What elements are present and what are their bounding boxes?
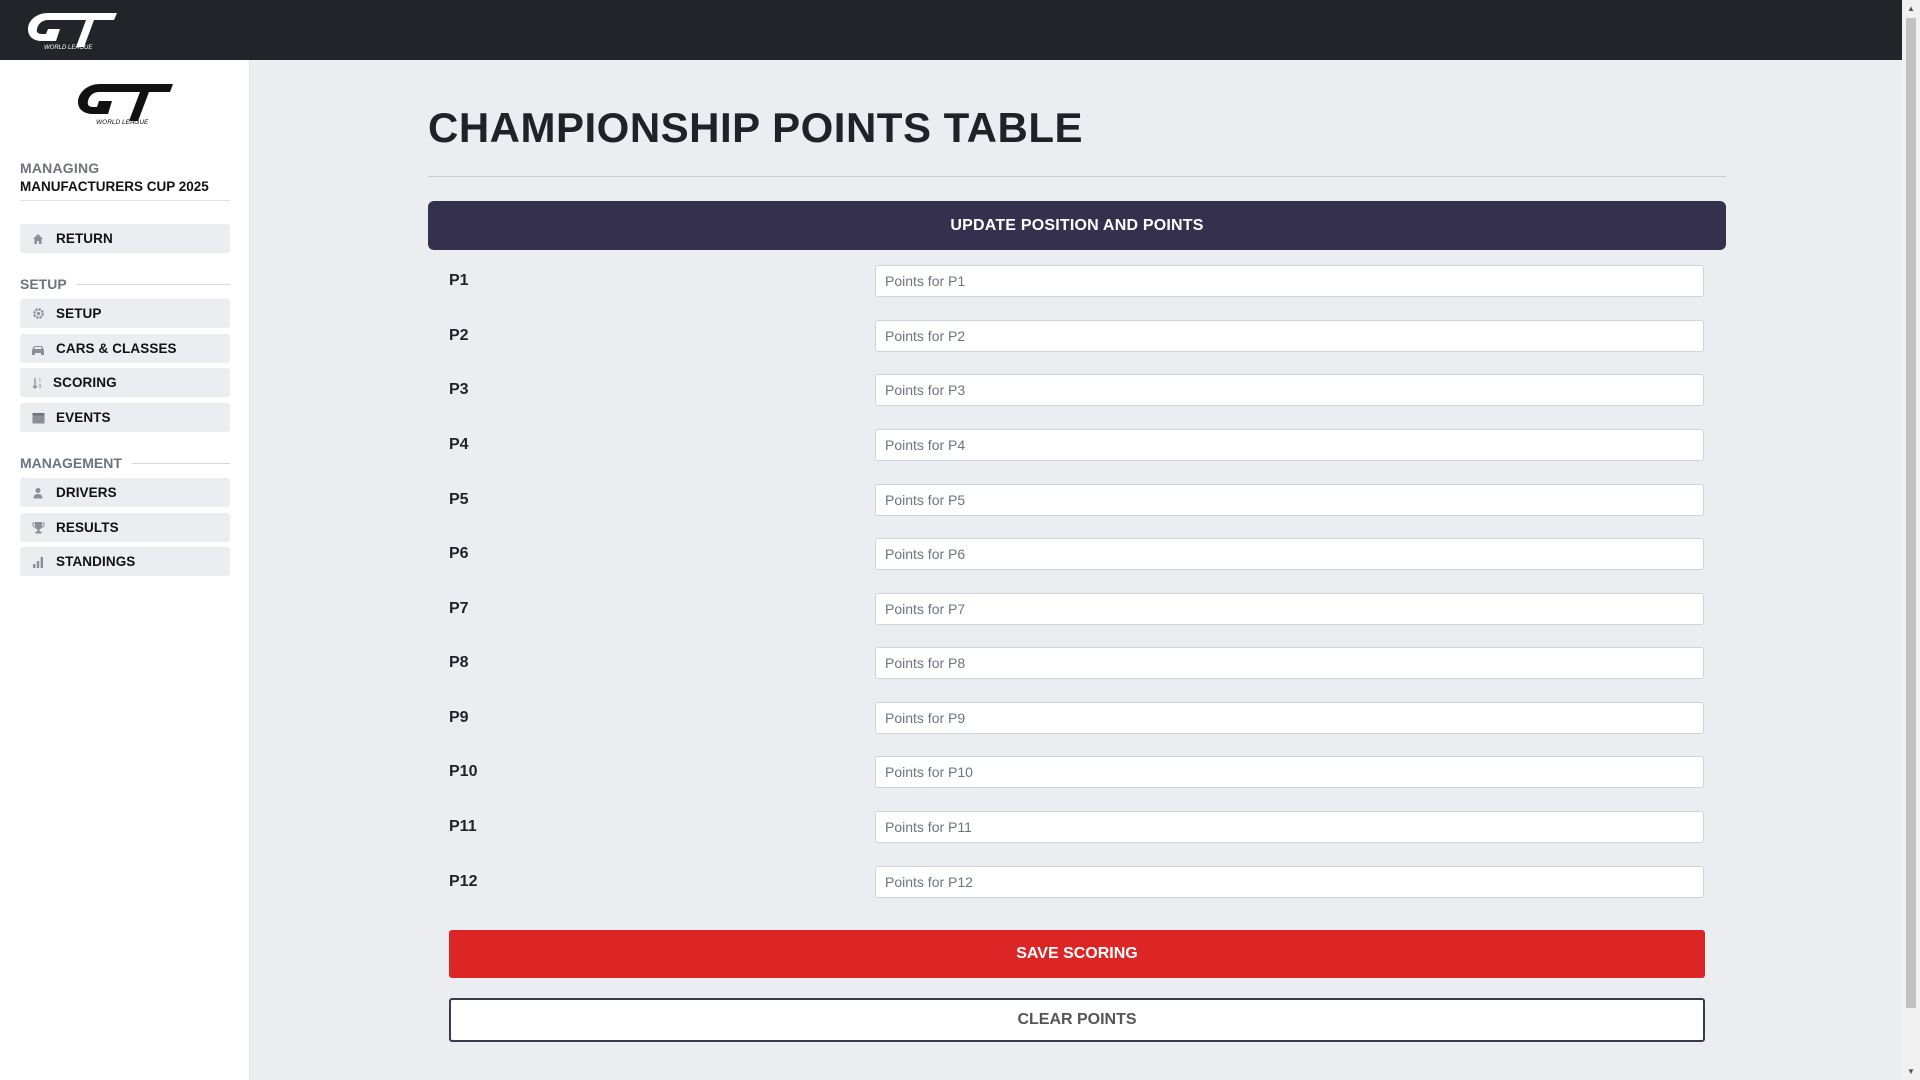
position-label: P2 — [449, 327, 469, 344]
position-label: P6 — [449, 545, 469, 562]
divider — [131, 462, 230, 464]
points-input-p6[interactable] — [875, 538, 1704, 570]
sidebar: WORLD LEAGUE MANAGING MANUFACTURERS CUP … — [0, 60, 250, 1080]
sidebar-item-label: CARS & CLASSES — [56, 341, 177, 356]
points-row-p9: P9 — [449, 702, 1704, 735]
position-label: P11 — [449, 818, 477, 835]
points-row-p11: P11 — [449, 811, 1704, 844]
sidebar-item-label: DRIVERS — [56, 485, 117, 500]
divider — [76, 283, 230, 285]
points-row-p6: P6 — [449, 538, 1704, 571]
top-navbar: WORLD LEAGUE — [0, 0, 1902, 60]
section-title: MANAGEMENT — [20, 455, 122, 471]
gear-icon — [30, 306, 46, 322]
vertical-scrollbar[interactable]: ▲ ▼ — [1902, 0, 1920, 1080]
managing-championship-name: MANUFACTURERS CUP 2025 — [20, 179, 230, 201]
sidebar-item-drivers[interactable]: DRIVERS — [20, 478, 230, 507]
scroll-up-arrow-icon[interactable]: ▲ — [1902, 0, 1920, 17]
user-icon — [30, 485, 46, 501]
points-row-p10: P10 — [449, 756, 1704, 789]
section-title: SETUP — [20, 276, 67, 292]
managing-label: MANAGING — [20, 160, 100, 176]
gt-world-league-logo[interactable]: WORLD LEAGUE — [26, 9, 118, 51]
position-label: P12 — [449, 873, 478, 890]
sidebar-item-setup[interactable]: SETUP — [20, 299, 230, 328]
points-row-p5: P5 — [449, 484, 1704, 517]
points-row-p7: P7 — [449, 593, 1704, 626]
position-label: P4 — [449, 436, 469, 453]
points-input-p5[interactable] — [875, 484, 1704, 516]
sidebar-item-label: SCORING — [53, 375, 117, 390]
points-input-p4[interactable] — [875, 429, 1704, 461]
points-input-p11[interactable] — [875, 811, 1704, 843]
sidebar-item-label: SETUP — [56, 306, 102, 321]
bar-chart-icon — [30, 554, 46, 570]
points-row-p8: P8 — [449, 647, 1704, 680]
sidebar-item-return[interactable]: RETURN — [20, 224, 230, 253]
position-label: P10 — [449, 763, 478, 780]
title-divider — [428, 176, 1726, 177]
position-label: P1 — [449, 272, 469, 289]
clear-points-button[interactable]: CLEAR POINTS — [449, 998, 1705, 1042]
position-label: P8 — [449, 654, 469, 671]
points-input-p12[interactable] — [875, 866, 1704, 898]
managing-block: MANAGING MANUFACTURERS CUP 2025 — [20, 160, 230, 201]
position-label: P3 — [449, 381, 469, 398]
points-row-p3: P3 — [449, 374, 1704, 407]
points-input-p3[interactable] — [875, 374, 1704, 406]
save-scoring-button[interactable]: SAVE SCORING — [449, 930, 1705, 978]
sidebar-item-label: RESULTS — [56, 520, 119, 535]
car-icon — [30, 341, 46, 357]
points-row-p12: P12 — [449, 866, 1704, 899]
points-input-p8[interactable] — [875, 647, 1704, 679]
svg-text:WORLD LEAGUE: WORLD LEAGUE — [96, 119, 149, 126]
sort-icon: 19 — [30, 375, 46, 391]
points-row-p2: P2 — [449, 320, 1704, 353]
sidebar-item-label: EVENTS — [56, 410, 111, 425]
section-header-management: MANAGEMENT — [20, 455, 230, 471]
sidebar-item-results[interactable]: RESULTS — [20, 513, 230, 542]
scrollbar-thumb[interactable] — [1906, 18, 1916, 1008]
svg-text:WORLD LEAGUE: WORLD LEAGUE — [44, 45, 93, 51]
calendar-icon — [30, 410, 46, 426]
scroll-down-arrow-icon[interactable]: ▼ — [1902, 1063, 1920, 1080]
card-header-title: UPDATE POSITION AND POINTS — [950, 216, 1204, 234]
points-input-p9[interactable] — [875, 702, 1704, 734]
position-label: P7 — [449, 600, 469, 617]
sidebar-item-standings[interactable]: STANDINGS — [20, 547, 230, 576]
points-input-p10[interactable] — [875, 756, 1704, 788]
home-icon — [30, 231, 46, 247]
points-row-p4: P4 — [449, 429, 1704, 462]
section-header-setup: SETUP — [20, 276, 230, 292]
sidebar-item-scoring[interactable]: 19 SCORING — [20, 368, 230, 397]
points-input-p1[interactable] — [875, 265, 1704, 297]
page-title: CHAMPIONSHIP POINTS TABLE — [428, 104, 1083, 151]
points-row-p1: P1 — [449, 265, 1704, 298]
sidebar-item-events[interactable]: EVENTS — [20, 403, 230, 432]
trophy-icon — [30, 520, 46, 536]
points-input-p7[interactable] — [875, 593, 1704, 625]
sidebar-item-label: RETURN — [56, 231, 113, 246]
svg-text:9: 9 — [39, 384, 42, 389]
points-input-p2[interactable] — [875, 320, 1704, 352]
gt-world-league-logo[interactable]: WORLD LEAGUE — [76, 80, 174, 126]
position-label: P5 — [449, 491, 469, 508]
points-card-header: UPDATE POSITION AND POINTS — [428, 201, 1726, 250]
sidebar-item-cars-classes[interactable]: CARS & CLASSES — [20, 334, 230, 363]
position-label: P9 — [449, 709, 469, 726]
sidebar-item-label: STANDINGS — [56, 554, 136, 569]
